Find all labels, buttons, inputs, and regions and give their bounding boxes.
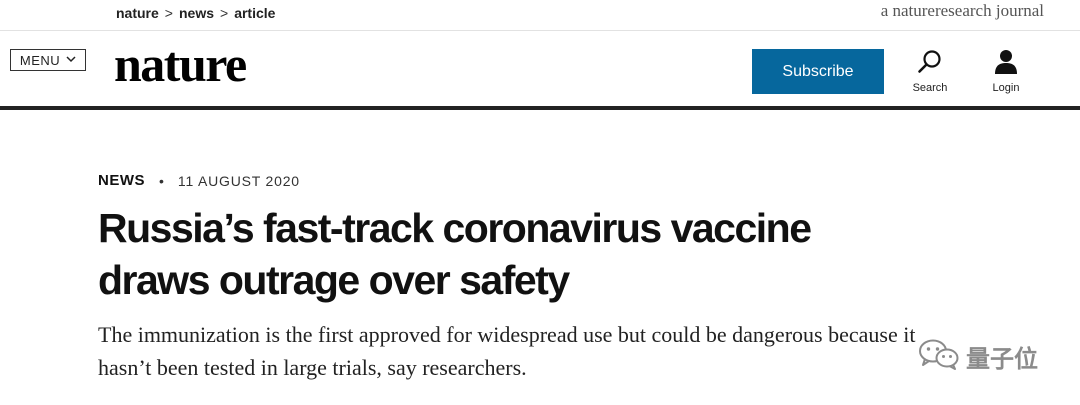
breadcrumb-separator-icon: > <box>164 5 173 21</box>
breadcrumb: nature > news > article <box>116 5 275 21</box>
article-standfirst: The immunization is the first approved f… <box>98 322 916 380</box>
search-label: Search <box>912 82 948 94</box>
article-headline: Russia’s fast-track coronavirus vaccine … <box>98 205 812 303</box>
nature-logo[interactable]: nature <box>114 34 247 94</box>
article-type: NEWS <box>98 172 145 189</box>
menu-button[interactable]: MENU <box>10 49 86 71</box>
search-icon <box>916 48 944 76</box>
login-button[interactable]: Login <box>976 48 1036 100</box>
chevron-down-icon <box>66 55 76 66</box>
journal-tag[interactable]: a natureresearch journal <box>881 1 1044 21</box>
user-icon <box>992 48 1020 76</box>
article-date: 11 AUGUST 2020 <box>177 172 300 189</box>
bullet-separator-icon: • <box>159 172 164 189</box>
search-button[interactable]: Search <box>900 48 960 100</box>
subscribe-button[interactable]: Subscribe <box>752 49 884 94</box>
breadcrumb-nature[interactable]: nature <box>116 5 159 21</box>
breadcrumb-article: article <box>234 5 276 21</box>
login-label: Login <box>992 82 1020 94</box>
article-kicker: NEWS • 11 AUGUST 2020 <box>98 172 300 189</box>
breadcrumb-separator-icon: > <box>220 5 229 21</box>
watermark-text: 量子位 <box>966 346 1038 373</box>
wechat-icon <box>918 338 960 375</box>
top-bar: nature > news > article a natureresearch… <box>0 0 1080 31</box>
watermark: 量子位 <box>918 338 1038 375</box>
breadcrumb-news[interactable]: news <box>179 5 214 21</box>
site-header: MENU nature Subscribe Search Login <box>0 30 1080 110</box>
menu-label: MENU <box>19 52 61 68</box>
